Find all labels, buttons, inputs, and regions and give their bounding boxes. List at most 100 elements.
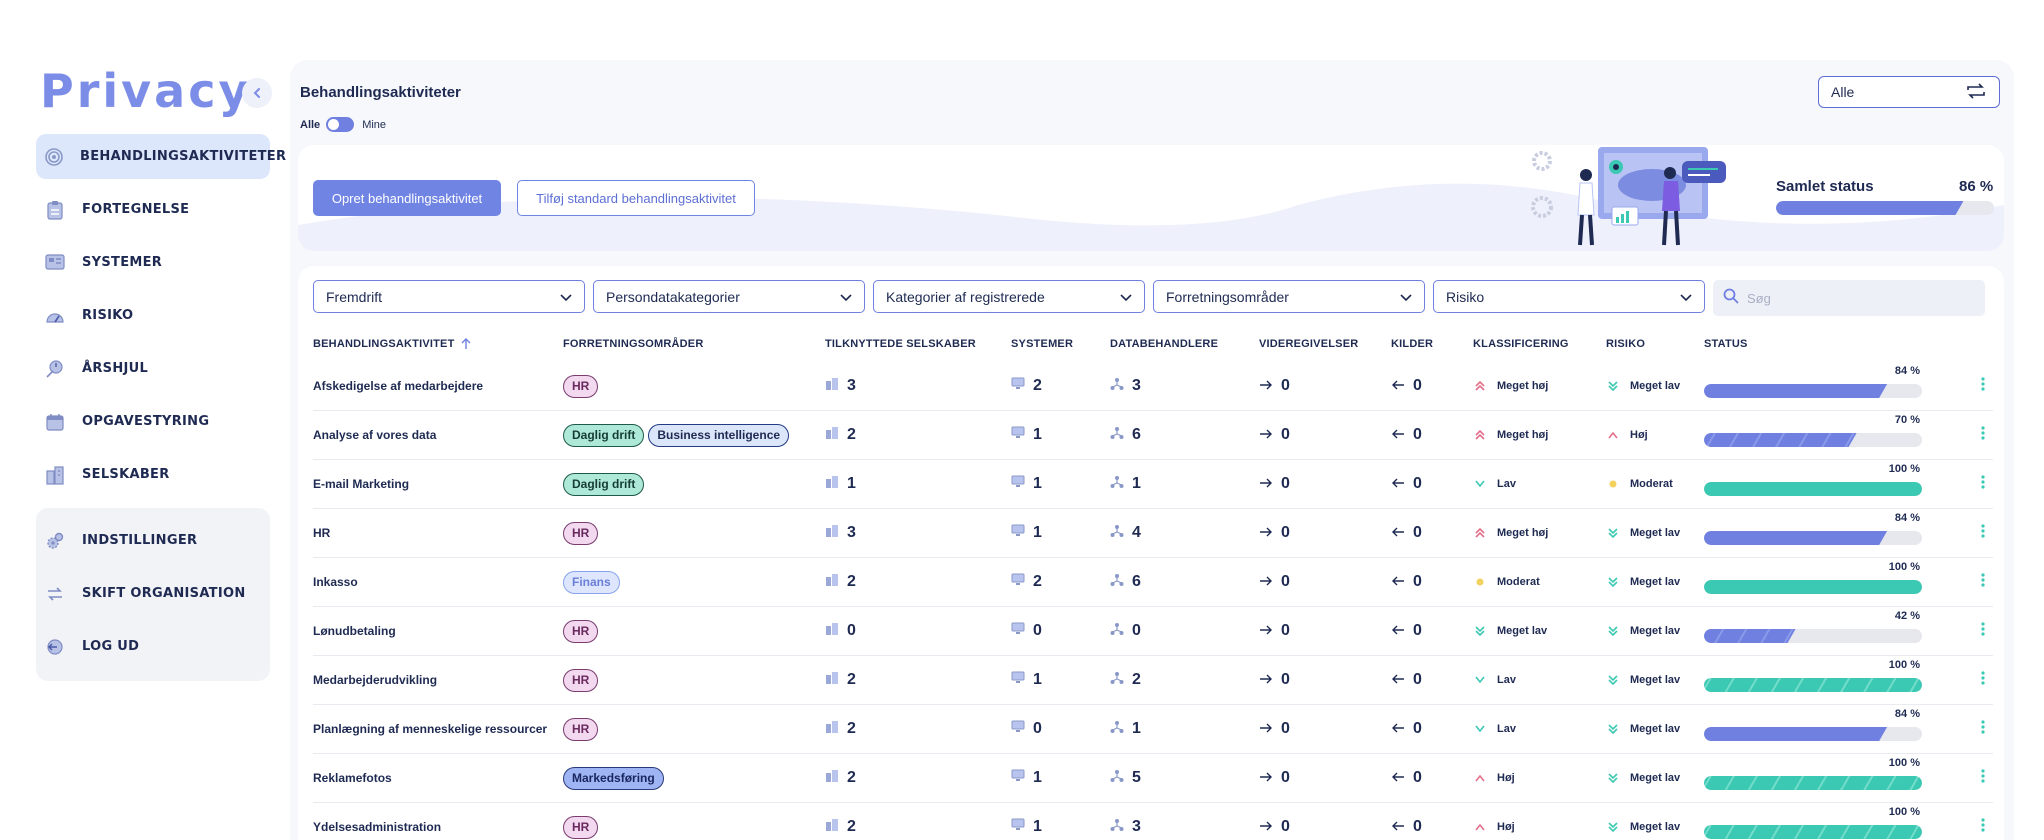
sidebar-item-selskaber[interactable]: SELSKABER [36, 452, 270, 497]
row-actions-button[interactable] [1973, 362, 1993, 410]
status-bar-fill [1704, 825, 1922, 839]
table-row[interactable]: Planlægning af menneskelige ressourcer H… [313, 705, 1993, 754]
row-actions-button[interactable] [1973, 607, 1993, 655]
row-actions-button[interactable] [1973, 558, 1993, 606]
table-row[interactable]: Medarbejderudvikling HR 2 1 2 0 0 Lav Me… [313, 656, 1993, 705]
status-percent: 84 % [1894, 512, 1920, 524]
activity-name[interactable]: Analyse af vores data [313, 411, 436, 459]
col-header-systems[interactable]: SYSTEMER [1011, 338, 1073, 350]
table-row[interactable]: Inkasso Finans 2 2 6 0 0 Moderat Meget l… [313, 558, 1993, 607]
col-header-companies[interactable]: TILKNYTTEDE SELSKABER [825, 338, 976, 350]
table-row[interactable]: Lønudbetaling HR 0 0 0 0 0 Meget lav Meg… [313, 607, 1993, 656]
organisation-select[interactable]: Alle [1818, 76, 2000, 108]
row-actions-button[interactable] [1973, 411, 1993, 459]
classification: Meget høj [1473, 509, 1548, 557]
activity-name[interactable]: Planlægning af menneskelige ressourcer [313, 705, 547, 753]
count-value: 2 [1132, 671, 1141, 688]
col-header-disclosures[interactable]: VIDEREGIVELSER [1259, 338, 1358, 350]
overall-status-title: Samlet status [1776, 178, 1874, 195]
row-actions-button[interactable] [1973, 705, 1993, 753]
action-banner: Opret behandlingsaktivitet Tilføj standa… [298, 145, 2004, 251]
activity-name[interactable]: E-mail Marketing [313, 460, 409, 508]
activity-name[interactable]: Ydelsesadministration [313, 803, 441, 840]
classification-value: Meget lav [1497, 625, 1548, 637]
business-areas: Markedsføring [563, 754, 668, 802]
network-icon [1110, 475, 1124, 494]
col-header-processors[interactable]: DATABEHANDLERE [1110, 338, 1218, 350]
business-areas: HR [563, 362, 602, 410]
risk: Meget lav [1606, 754, 1680, 802]
buildings-icon [825, 426, 839, 444]
sidebar-item-systemer[interactable]: SYSTEMER [36, 240, 270, 285]
refresh-icon [1965, 82, 1987, 103]
monitor-icon [1011, 818, 1025, 836]
arrow-right-icon [1259, 720, 1273, 738]
status-progress: 84 % [1704, 362, 1922, 410]
status-progress: 100 % [1704, 558, 1922, 606]
filter-persondatakategorier[interactable]: Persondatakategorier [593, 280, 865, 313]
activity-name[interactable]: HR [313, 509, 330, 557]
row-actions-button[interactable] [1973, 754, 1993, 802]
count-value: 1 [1033, 769, 1042, 786]
status-bar-fill [1704, 629, 1796, 643]
sidebar-item-indstillinger[interactable]: INDSTILLINGER [36, 518, 270, 563]
systems-count: 0 [1011, 705, 1042, 753]
count-value: 2 [847, 818, 856, 835]
table-row[interactable]: Analyse af vores data Daglig drift Busine… [313, 411, 1993, 460]
table-row[interactable]: Ydelsesadministration HR 2 1 3 0 0 Høj M… [313, 803, 1993, 840]
table-row[interactable]: Reklamefotos Markedsføring 2 1 5 0 0 Høj… [313, 754, 1993, 803]
companies-count: 2 [825, 558, 856, 606]
table-header: BEHANDLINGSAKTIVITET FORRETNINGSOMRÅDER … [313, 338, 1993, 354]
sidebar-item-skift-organisation[interactable]: SKIFT ORGANISATION [36, 571, 270, 616]
sources-count: 0 [1391, 656, 1422, 704]
filter-fremdrift[interactable]: Fremdrift [313, 280, 585, 313]
classification-value: Høj [1497, 821, 1515, 833]
col-header-status[interactable]: STATUS [1704, 338, 1748, 350]
scope-switch[interactable] [326, 117, 355, 132]
sidebar-item-fortegnelse[interactable]: FORTEGNELSE [36, 187, 270, 232]
sidebar-item-opgavestyring[interactable]: OPGAVESTYRING [36, 399, 270, 444]
col-header-name[interactable]: BEHANDLINGSAKTIVITET [313, 338, 471, 350]
activity-name[interactable]: Reklamefotos [313, 754, 392, 802]
sidebar-item-aarshjul[interactable]: ÅRSHJUL [36, 346, 270, 391]
col-header-classification[interactable]: KLASSIFICERING [1473, 338, 1569, 350]
monitor-icon [1011, 769, 1025, 787]
systems-count: 1 [1011, 411, 1042, 459]
filter-kategorier-af-registrerede[interactable]: Kategorier af registrerede [873, 280, 1145, 313]
table-row[interactable]: E-mail Marketing Daglig drift 1 1 1 0 0 … [313, 460, 1993, 509]
count-value: 0 [1281, 475, 1290, 492]
table-row[interactable]: Afskedigelse af medarbejdere HR 3 2 3 0 … [313, 362, 1993, 411]
activity-name[interactable]: Inkasso [313, 558, 358, 606]
status-progress: 100 % [1704, 460, 1922, 508]
row-actions-button[interactable] [1973, 656, 1993, 704]
row-actions-button[interactable] [1973, 509, 1993, 557]
sidebar-item-behandlingsaktiviteter[interactable]: BEHANDLINGSAKTIVITETER [36, 134, 286, 179]
col-header-sources[interactable]: KILDER [1391, 338, 1433, 350]
processors-count: 3 [1110, 803, 1141, 840]
col-header-risk[interactable]: RISIKO [1606, 338, 1645, 350]
sidebar-item-log-ud[interactable]: LOG UD [36, 624, 270, 669]
activity-name[interactable]: Medarbejderudvikling [313, 656, 437, 704]
sidebar-item-risiko[interactable]: RISIKO [36, 293, 270, 338]
risk: Meget lav [1606, 607, 1680, 655]
buildings-icon [825, 671, 839, 689]
arrow-right-icon [1259, 769, 1273, 787]
activity-name[interactable]: Afskedigelse af medarbejdere [313, 362, 483, 410]
status-percent: 100 % [1888, 806, 1920, 818]
collapse-sidebar-button[interactable] [242, 78, 272, 108]
row-actions-button[interactable] [1973, 803, 1993, 840]
arrow-left-icon [1391, 622, 1405, 640]
kebab-menu-icon [1981, 817, 1985, 837]
arrow-left-icon [1391, 720, 1405, 738]
filter-forretningsomraader[interactable]: Forretningsområder [1153, 280, 1425, 313]
row-actions-button[interactable] [1973, 460, 1993, 508]
col-header-areas[interactable]: FORRETNINGSOMRÅDER [563, 338, 704, 350]
activity-name[interactable]: Lønudbetaling [313, 607, 396, 655]
table-row[interactable]: HR HR 3 1 4 0 0 Meget høj Meget lav 84 % [313, 509, 1993, 558]
search-input[interactable] [1747, 290, 1967, 306]
add-standard-activity-button[interactable]: Tilføj standard behandlingsaktivitet [517, 180, 755, 216]
filter-risiko[interactable]: Risiko [1433, 280, 1705, 313]
arrow-right-icon [1259, 377, 1273, 395]
create-activity-button[interactable]: Opret behandlingsaktivitet [313, 180, 501, 216]
business-area-tag: HR [563, 619, 599, 643]
